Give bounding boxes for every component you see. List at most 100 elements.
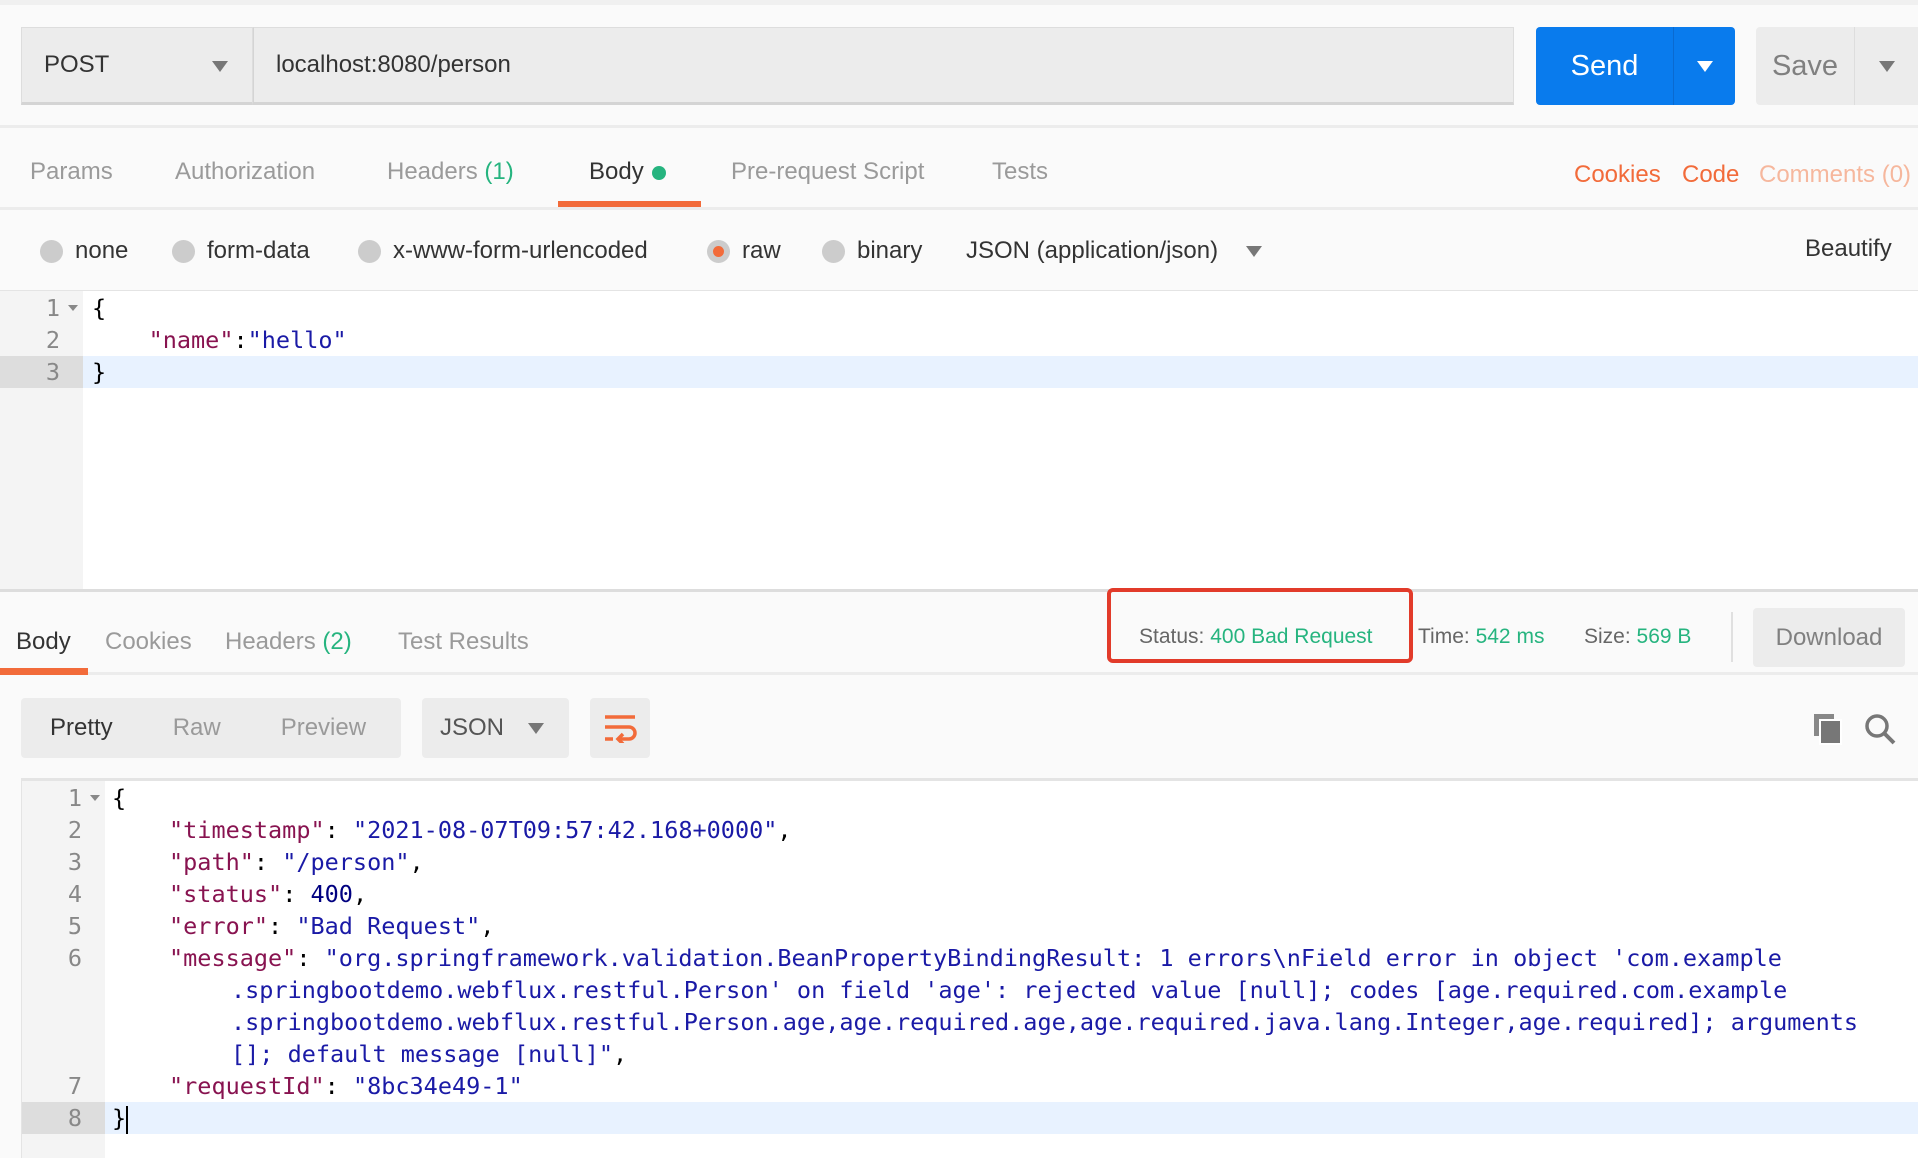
line-number: 7	[67, 1072, 82, 1100]
response-tab-test-results[interactable]: Test Results	[398, 628, 529, 656]
tab-label: Headers	[225, 628, 316, 655]
download-button[interactable]: Download	[1753, 608, 1905, 667]
active-tab-underline	[0, 668, 88, 675]
view-preview[interactable]: Preview	[281, 714, 366, 742]
line-number: 3	[67, 848, 82, 876]
line-number: 1	[45, 294, 60, 322]
code-line: "message": "org.springframework.validati…	[169, 944, 1782, 972]
size-readout: Size: 569 B	[1584, 625, 1692, 648]
code-line: }	[112, 1104, 129, 1134]
radio-raw[interactable]: raw	[707, 237, 781, 265]
radio-selected-icon	[707, 239, 730, 263]
radio-x-www-form-urlencoded[interactable]: x-www-form-urlencoded	[358, 237, 648, 265]
fold-arrow-icon[interactable]	[90, 795, 100, 801]
status-value: 400 Bad Request	[1210, 625, 1373, 648]
request-body-editor[interactable]: 1 2 3 { "name":"hello" }	[0, 290, 1918, 592]
code-line: {	[92, 294, 107, 322]
radio-label: x-www-form-urlencoded	[393, 237, 648, 264]
tab-authorization[interactable]: Authorization	[175, 158, 315, 186]
code-line: "status": 400,	[169, 880, 368, 908]
radio-none[interactable]: none	[40, 237, 128, 265]
active-line	[83, 356, 1918, 388]
tab-headers[interactable]: Headers (1)	[387, 158, 514, 186]
radio-form-data[interactable]: form-data	[172, 237, 310, 265]
code-line-wrapped: []; default message [null]",	[231, 1040, 628, 1068]
code-line: "name":"hello"	[148, 326, 347, 354]
url-input[interactable]: localhost:8080/person	[253, 27, 1514, 105]
code-line: "path": "/person",	[169, 848, 424, 876]
search-icon[interactable]	[1864, 713, 1896, 745]
line-number: 5	[67, 912, 82, 940]
tab-body[interactable]: Body	[589, 158, 666, 186]
line-number: 4	[67, 880, 82, 908]
save-dropdown-button[interactable]	[1854, 27, 1918, 105]
content-type-value: JSON (application/json)	[966, 237, 1219, 264]
line-number: 3	[45, 358, 60, 386]
radio-label: none	[75, 237, 129, 264]
chevron-down-icon	[212, 61, 228, 72]
tab-params[interactable]: Params	[30, 158, 113, 186]
send-button[interactable]: Send	[1536, 27, 1673, 105]
radio-icon	[40, 239, 63, 263]
format-value: JSON	[440, 714, 505, 741]
radio-label: form-data	[207, 237, 310, 264]
radio-binary[interactable]: binary	[822, 237, 922, 265]
line-number: 8	[67, 1104, 82, 1132]
tab-pre-request-script[interactable]: Pre-request Script	[731, 158, 924, 186]
text-cursor	[126, 1105, 129, 1134]
view-pretty[interactable]: Pretty	[50, 714, 113, 742]
response-tab-cookies[interactable]: Cookies	[105, 628, 192, 656]
active-line	[105, 1102, 1918, 1134]
code-line-wrapped: .springbootdemo.webflux.restful.Person.a…	[231, 1008, 1859, 1036]
wrap-lines-icon	[605, 715, 637, 743]
comments-link[interactable]: Comments (0)	[1759, 161, 1911, 189]
code-line: }	[92, 358, 107, 386]
code-line: "requestId": "8bc34e49-1"	[169, 1072, 523, 1100]
cookies-link[interactable]: Cookies	[1574, 161, 1661, 189]
radio-label: binary	[857, 237, 923, 264]
line-number: 2	[45, 326, 60, 354]
response-body-viewer[interactable]: 1 2 3 4 5 6 7 8 { "timestamp": "2021-08-…	[21, 778, 1918, 1158]
method-value: POST	[44, 51, 110, 78]
divider	[0, 125, 1918, 128]
copy-icon[interactable]	[1813, 713, 1843, 745]
tab-label: Body	[589, 158, 644, 185]
chevron-down-icon	[528, 722, 545, 734]
line-number: 6	[67, 944, 82, 972]
headers-count: (2)	[322, 628, 352, 655]
save-button[interactable]: Save	[1756, 27, 1854, 105]
format-select[interactable]: JSON	[422, 698, 569, 758]
chevron-down-icon	[1878, 61, 1895, 72]
code-link[interactable]: Code	[1682, 161, 1739, 189]
beautify-link[interactable]: Beautify	[1805, 235, 1892, 263]
time-readout: Time: 542 ms	[1418, 625, 1545, 648]
top-divider	[0, 0, 1918, 5]
view-raw[interactable]: Raw	[173, 714, 221, 742]
send-dropdown-button[interactable]	[1673, 27, 1735, 105]
method-select[interactable]: POST	[21, 27, 253, 105]
chevron-down-icon	[1246, 245, 1263, 257]
chevron-down-icon	[1696, 61, 1713, 72]
tab-tests[interactable]: Tests	[992, 158, 1048, 186]
wrap-lines-button[interactable]	[590, 698, 650, 758]
code-line: {	[112, 784, 127, 812]
radio-label: raw	[742, 237, 781, 264]
divider	[0, 207, 1918, 210]
view-mode-group: Pretty Raw Preview	[21, 698, 401, 758]
divider	[1731, 612, 1733, 662]
radio-icon	[822, 239, 845, 263]
body-indicator-dot	[651, 165, 666, 180]
size-value: 569 B	[1636, 625, 1692, 648]
status-readout: Status: 400 Bad Request	[1139, 625, 1373, 648]
code-line-wrapped: .springbootdemo.webflux.restful.Person' …	[231, 976, 1788, 1004]
line-number: 2	[67, 816, 82, 844]
line-number: 1	[67, 784, 82, 812]
fold-arrow-icon[interactable]	[68, 305, 78, 311]
content-type-select[interactable]: JSON (application/json)	[966, 237, 1263, 265]
response-tab-body[interactable]: Body	[16, 628, 71, 656]
radio-icon	[358, 239, 381, 263]
tab-label: Headers	[387, 158, 478, 185]
code-line: "timestamp": "2021-08-07T09:57:42.168+00…	[169, 816, 792, 844]
response-tab-headers[interactable]: Headers (2)	[225, 628, 352, 656]
headers-count: (1)	[484, 158, 514, 185]
